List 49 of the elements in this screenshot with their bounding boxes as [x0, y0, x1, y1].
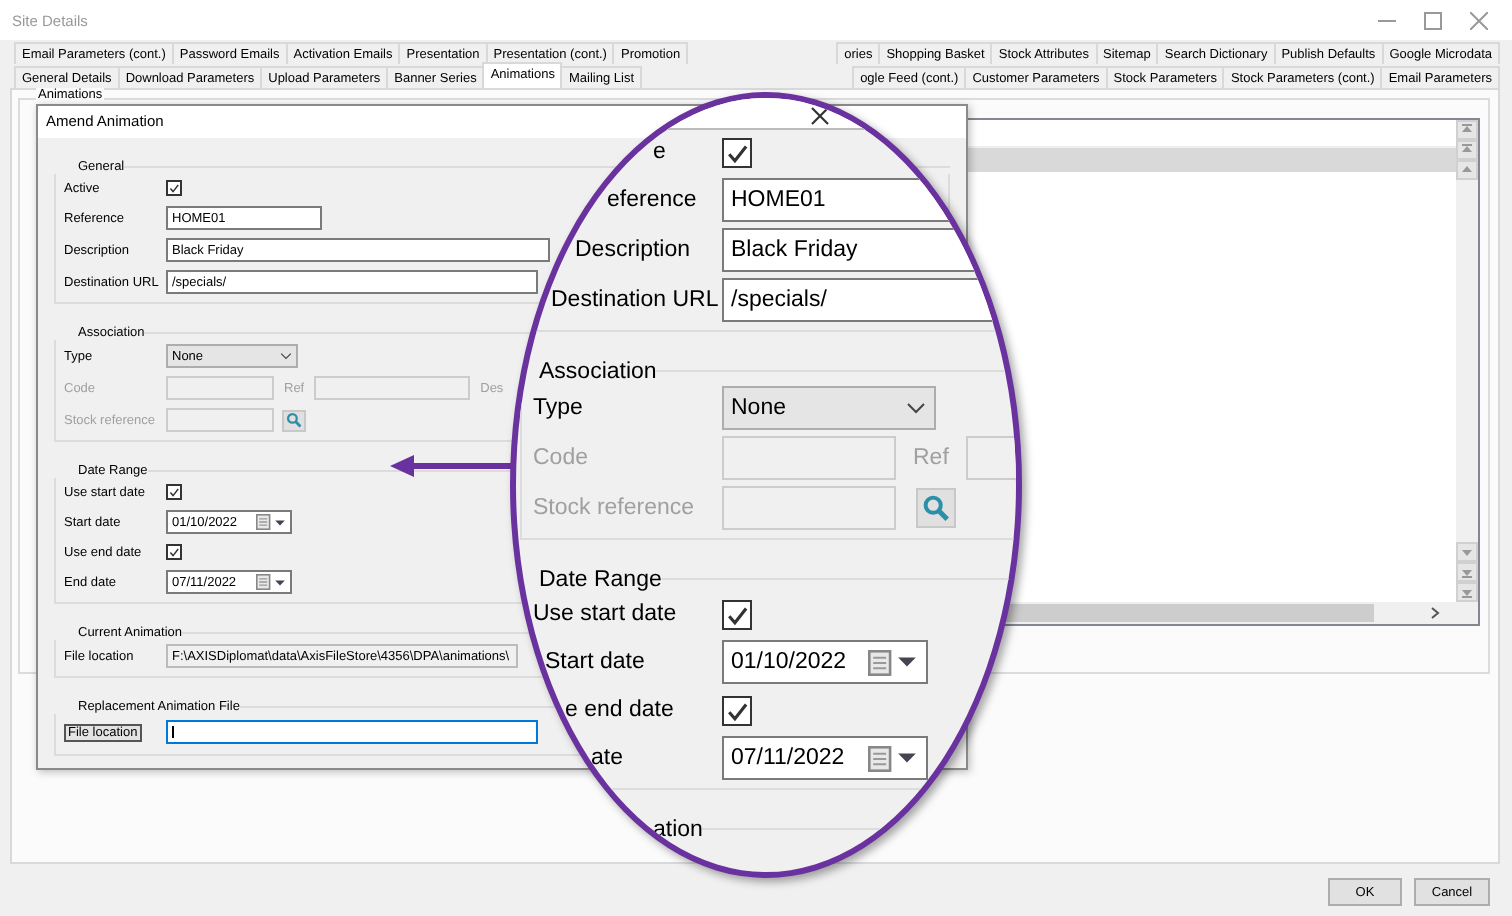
search-button[interactable] — [282, 409, 306, 431]
text-field[interactable] — [166, 720, 538, 744]
field-label: Description — [575, 238, 691, 262]
field-label: Use start date — [533, 602, 677, 626]
checkbox[interactable] — [721, 599, 751, 629]
scroll-top-icon[interactable] — [1456, 120, 1478, 140]
scroll-page-up-icon[interactable] — [1456, 140, 1478, 160]
field-label: Type — [533, 396, 583, 420]
scroll-up-icon[interactable] — [1456, 160, 1478, 180]
calendar-icon — [256, 574, 272, 590]
checkbox[interactable] — [721, 695, 751, 725]
vertical-scrollbar[interactable] — [1456, 120, 1478, 602]
group-label: Date Range — [539, 567, 662, 591]
text-cursor — [172, 726, 174, 738]
scroll-page-down-icon[interactable] — [1456, 562, 1478, 582]
scroll-bottom-icon[interactable] — [1456, 582, 1478, 602]
caret-icon — [895, 750, 917, 766]
field-label: e — [653, 140, 666, 164]
search-icon — [921, 494, 949, 522]
field-label: Start date — [545, 650, 645, 674]
search-icon — [286, 412, 302, 428]
field-label: eference — [607, 188, 697, 212]
group-label: ation — [653, 817, 703, 841]
caret-icon — [895, 654, 917, 670]
checkbox[interactable] — [166, 544, 182, 560]
field-label: Ref — [913, 446, 949, 470]
date-picker[interactable]: 01/10/2022 — [721, 640, 927, 684]
checkbox[interactable] — [166, 180, 182, 196]
field-label: Code — [533, 446, 588, 470]
field-label: ate — [591, 746, 623, 770]
checkbox[interactable] — [166, 484, 182, 500]
scroll-down-icon[interactable] — [1456, 542, 1478, 562]
chevron-down-icon — [280, 352, 292, 360]
calendar-icon — [867, 745, 893, 771]
field-label: e end date — [565, 698, 674, 722]
chevron-down-icon — [905, 402, 925, 414]
calendar-icon — [867, 649, 893, 675]
date-picker[interactable]: 07/11/2022 — [721, 736, 927, 780]
field-label: Destination URL — [551, 288, 719, 312]
search-button[interactable] — [915, 488, 955, 528]
maximize-icon[interactable] — [1424, 11, 1442, 29]
group-label: Association — [539, 359, 657, 383]
checkbox[interactable] — [721, 137, 751, 167]
calendar-icon — [256, 514, 272, 530]
close-icon[interactable] — [809, 105, 829, 125]
caret-icon — [274, 517, 286, 527]
caret-icon — [274, 577, 286, 587]
dropdown[interactable]: None — [721, 386, 935, 430]
field-label: Stock reference — [533, 496, 695, 520]
